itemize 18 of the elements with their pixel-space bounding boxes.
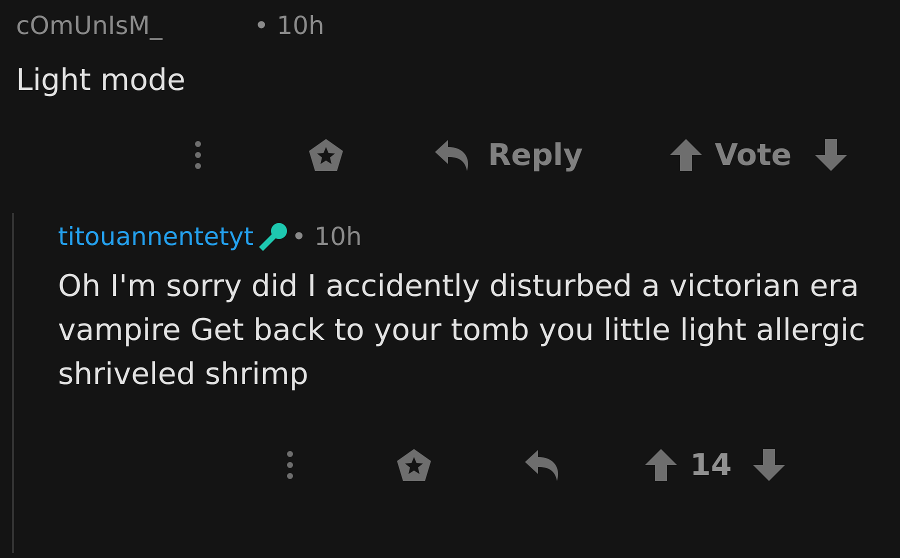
downvote-icon[interactable] xyxy=(814,138,848,172)
downvote-icon[interactable] xyxy=(752,448,786,482)
award-icon[interactable] xyxy=(396,448,432,482)
score: 14 xyxy=(690,446,732,484)
reply-body: Oh I'm sorry did I accidently disturbed a victorian era vampire Get back to your tomb you little light allergic shriveled shrimp xyxy=(58,268,866,394)
upvote-icon[interactable] xyxy=(644,448,678,482)
more-icon[interactable] xyxy=(286,450,294,480)
reply-age: • 10h xyxy=(292,221,362,254)
award-icon[interactable] xyxy=(308,138,344,172)
more-icon[interactable] xyxy=(194,140,202,170)
microphone-icon xyxy=(258,222,288,252)
upvote-icon[interactable] xyxy=(668,138,703,172)
reply-button[interactable]: Reply xyxy=(434,132,583,178)
reply-author[interactable]: titouannentetyt xyxy=(58,218,254,256)
comment-body: Light mode xyxy=(15,62,186,100)
comment-author[interactable]: cOmUnIsM_ xyxy=(16,7,254,45)
comment-age: • 10h xyxy=(254,10,324,42)
vote-label: Vote xyxy=(714,136,792,174)
